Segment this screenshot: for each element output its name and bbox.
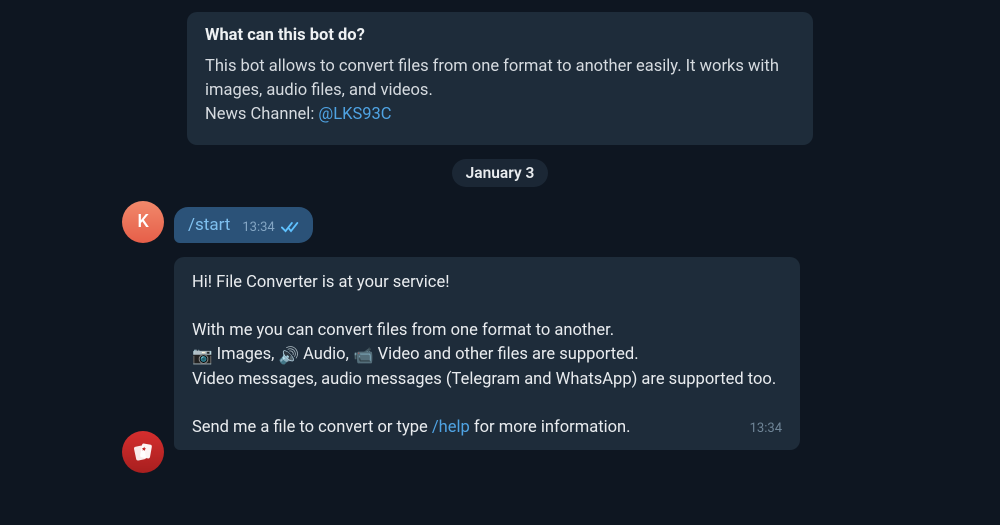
bot-avatar[interactable] <box>122 431 164 473</box>
cards-icon <box>131 440 155 464</box>
info-news-prefix: News Channel: <box>205 105 318 124</box>
video-icon: 📹 <box>353 345 374 369</box>
bot-greeting: Hi! File Converter is at your service! <box>192 271 782 295</box>
read-ticks-icon <box>281 220 301 234</box>
info-desc: This bot allows to convert files from on… <box>205 55 795 127</box>
send-prefix: Send me a file to convert or type <box>192 418 432 437</box>
user-avatar[interactable]: K <box>122 201 164 243</box>
bot-message-bubble[interactable]: Hi! File Converter is at your service! W… <box>174 257 800 450</box>
bot-info-card: What can this bot do? This bot allows to… <box>187 12 813 145</box>
bot-line3: Video messages, audio messages (Telegram… <box>192 368 782 392</box>
bot-line2: 📷 Images, 🔊 Audio, 📹 Video and other fil… <box>192 343 782 369</box>
message-meta: 13:34 <box>242 220 300 235</box>
date-separator: January 3 <box>0 159 1000 187</box>
avatar-letter: K <box>137 211 148 232</box>
speaker-icon: 🔊 <box>278 345 299 369</box>
info-title: What can this bot do? <box>205 26 795 45</box>
bot-send-line: Send me a file to convert or type /help … <box>192 416 782 440</box>
camera-icon: 📷 <box>192 345 213 369</box>
send-suffix: for more information. <box>470 418 631 437</box>
help-command-link[interactable]: /help <box>432 418 470 437</box>
command-text[interactable]: /start <box>188 215 230 235</box>
bot-message-row: Hi! File Converter is at your service! W… <box>0 257 1000 450</box>
info-desc-text: This bot allows to convert files from on… <box>205 57 779 100</box>
chat-area: What can this bot do? This bot allows to… <box>0 0 1000 450</box>
news-channel-link[interactable]: @LKS93C <box>318 105 391 124</box>
bot-line1: With me you can convert files from one f… <box>192 319 782 343</box>
message-time: 13:34 <box>242 220 274 235</box>
date-label[interactable]: January 3 <box>452 159 549 187</box>
user-message-row: K /start 13:34 <box>0 201 1000 243</box>
user-message-bubble[interactable]: /start 13:34 <box>174 207 313 243</box>
bot-message-time: 13:34 <box>750 420 782 439</box>
